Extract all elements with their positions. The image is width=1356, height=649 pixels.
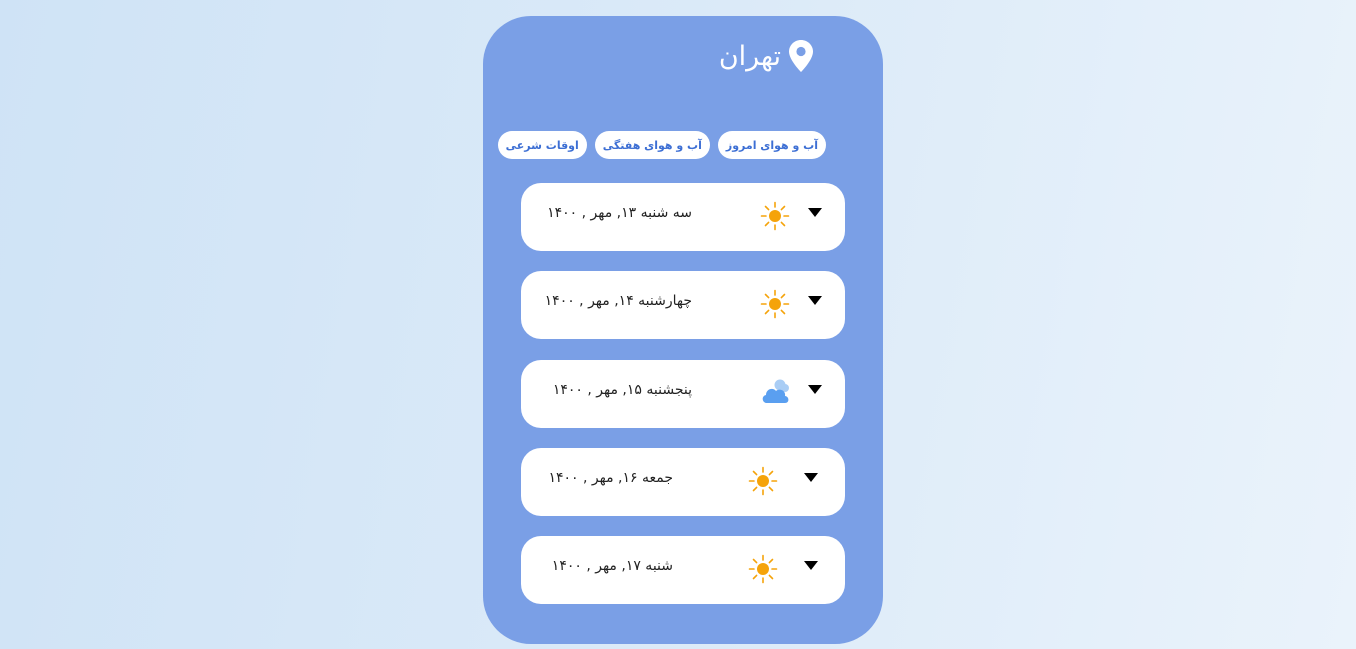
day-label: جمعه ۱۶, مهر , ۱۴۰۰ xyxy=(548,470,673,486)
day-card[interactable]: شنبه ۱۷, مهر , ۱۴۰۰ xyxy=(521,536,845,604)
chevron-down-icon[interactable] xyxy=(808,296,822,305)
chevron-down-icon[interactable] xyxy=(804,561,818,570)
day-label: سه شنبه ۱۳, مهر , ۱۴۰۰ xyxy=(547,205,692,221)
tab-prayer-times[interactable]: اوقات شرعی xyxy=(497,131,587,159)
sun-icon xyxy=(760,289,790,319)
day-card[interactable]: جمعه ۱۶, مهر , ۱۴۰۰ xyxy=(521,448,845,516)
sun-icon xyxy=(748,466,778,496)
tab-today-weather[interactable]: آب و هوای امروز xyxy=(717,131,826,159)
day-card[interactable]: سه شنبه ۱۳, مهر , ۱۴۰۰ xyxy=(521,183,845,251)
sun-icon xyxy=(760,201,790,231)
day-card[interactable]: چهارشنبه ۱۴, مهر , ۱۴۰۰ xyxy=(521,271,845,339)
chevron-down-icon[interactable] xyxy=(808,208,822,217)
chevron-down-icon[interactable] xyxy=(808,385,822,394)
tab-bar: آب و هوای امروز آب و هوای هفتگی اوقات شر… xyxy=(497,131,826,159)
day-label: پنجشنبه ۱۵, مهر , ۱۴۰۰ xyxy=(552,382,692,398)
day-card[interactable]: پنجشنبه ۱۵, مهر , ۱۴۰۰ xyxy=(521,360,845,428)
day-label: چهارشنبه ۱۴, مهر , ۱۴۰۰ xyxy=(544,293,692,309)
city-header: تهران xyxy=(719,40,813,72)
sun-icon xyxy=(748,554,778,584)
chevron-down-icon[interactable] xyxy=(804,473,818,482)
tab-weekly-weather[interactable]: آب و هوای هفتگی xyxy=(594,131,710,159)
weather-panel: تهران آب و هوای امروز آب و هوای هفتگی او… xyxy=(483,16,883,644)
day-label: شنبه ۱۷, مهر , ۱۴۰۰ xyxy=(551,558,673,574)
location-pin-icon xyxy=(789,40,813,72)
cloud-icon xyxy=(762,379,789,403)
city-name: تهران xyxy=(718,40,781,72)
